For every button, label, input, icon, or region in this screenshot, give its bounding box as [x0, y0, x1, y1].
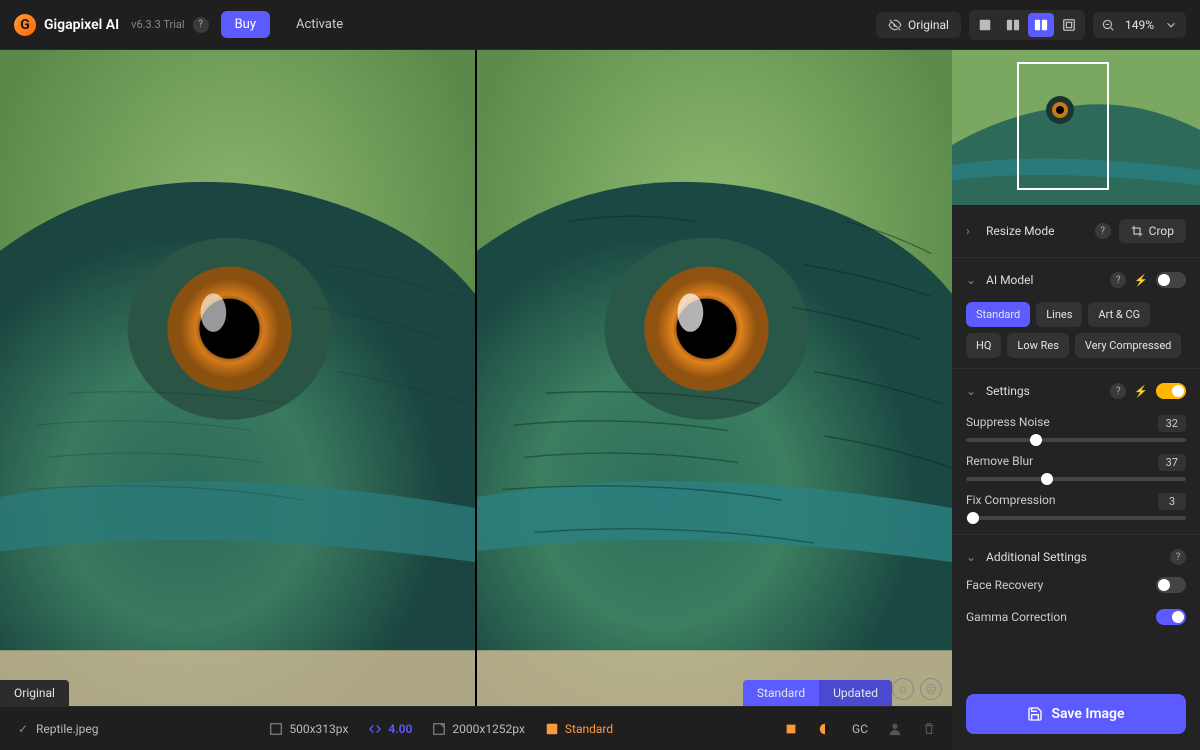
- view-split-icon[interactable]: [1000, 13, 1026, 37]
- gamma-toggle[interactable]: [1156, 609, 1186, 625]
- output-dimensions: 2000x1252px: [452, 722, 525, 736]
- top-bar: G Gigapixel AI v6.3.3 Trial ? Buy Activa…: [0, 0, 1200, 50]
- eye-off-icon: [888, 18, 902, 32]
- navigator-preview[interactable]: [952, 50, 1200, 205]
- gc-label: GC: [852, 722, 868, 736]
- help-icon[interactable]: ?: [1170, 549, 1186, 565]
- bolt-icon: ⚡: [1134, 385, 1148, 398]
- model-chip-lines[interactable]: Lines: [1036, 302, 1082, 327]
- slider-value: 37: [1158, 454, 1186, 471]
- app-title: Gigapixel AI: [44, 17, 119, 33]
- filename-label: Reptile.jpeg: [36, 722, 99, 736]
- slider-fix-compression[interactable]: [966, 516, 1186, 520]
- chevron-down-icon: ⌄: [966, 273, 978, 287]
- contrast-icon[interactable]: [818, 722, 832, 736]
- model-chip-standard[interactable]: Standard: [966, 302, 1030, 327]
- view-overlay-icon[interactable]: [1056, 13, 1082, 37]
- compare-panes[interactable]: Original: [0, 50, 952, 706]
- app-logo-icon: G: [14, 14, 36, 36]
- ai-model-auto-toggle[interactable]: [1156, 272, 1186, 288]
- model-chip-very-compressed[interactable]: Very Compressed: [1075, 333, 1181, 358]
- version-label: v6.3.3 Trial: [131, 18, 184, 31]
- settings-title: Settings: [986, 384, 1102, 398]
- square-icon[interactable]: [784, 722, 798, 736]
- additional-title: Additional Settings: [986, 550, 1162, 564]
- slider-suppress-noise[interactable]: [966, 438, 1186, 442]
- model-applied: Standard: [565, 722, 613, 736]
- view-single-icon[interactable]: [972, 13, 998, 37]
- input-dimensions: 500x313px: [289, 722, 348, 736]
- status-bar: ✓ Reptile.jpeg 500x313px 4.00 2000x1252px…: [0, 706, 952, 750]
- view-mode-switch: [969, 10, 1085, 40]
- slider-label: Remove Blur: [966, 454, 1033, 471]
- scale-value: 4.00: [388, 722, 412, 736]
- view-side-by-side-icon[interactable]: [1028, 13, 1054, 37]
- settings-header[interactable]: ⌄ Settings ? ⚡: [966, 379, 1186, 403]
- bolt-icon: ⚡: [1134, 274, 1148, 287]
- chevron-down-icon: ⌄: [966, 384, 978, 398]
- buy-button[interactable]: Buy: [221, 11, 270, 38]
- zoom-out-icon[interactable]: [1099, 16, 1117, 34]
- additional-settings-header[interactable]: ⌄ Additional Settings ?: [966, 545, 1186, 569]
- face-recovery-label: Face Recovery: [966, 578, 1043, 592]
- updated-label: Updated: [819, 680, 892, 706]
- model-icon: [545, 722, 559, 736]
- activate-button[interactable]: Activate: [282, 11, 357, 38]
- ai-model-title: AI Model: [986, 273, 1102, 287]
- chevron-right-icon: ›: [966, 224, 978, 238]
- slider-remove-blur[interactable]: [966, 477, 1186, 481]
- resize-mode-title: Resize Mode: [986, 224, 1087, 238]
- help-icon[interactable]: ?: [1110, 272, 1126, 288]
- help-icon[interactable]: ?: [1095, 223, 1111, 239]
- model-chip-art-cg[interactable]: Art & CG: [1088, 302, 1150, 327]
- ai-model-header[interactable]: ⌄ AI Model ? ⚡: [966, 268, 1186, 292]
- face-recovery-toggle[interactable]: [1156, 577, 1186, 593]
- updated-pane-label: Standard Updated: [743, 680, 892, 706]
- image-viewer: Original: [0, 50, 952, 750]
- app-logo-group: G Gigapixel AI v6.3.3 Trial ?: [14, 14, 209, 36]
- save-image-button[interactable]: Save Image: [966, 694, 1186, 734]
- scale-icon: [368, 722, 382, 736]
- save-icon: [1027, 706, 1043, 722]
- person-icon[interactable]: [888, 722, 902, 736]
- slider-value: 32: [1158, 415, 1186, 432]
- help-icon[interactable]: ?: [193, 17, 209, 33]
- settings-sidebar: › Resize Mode ? Crop ⌄ AI Model ? ⚡ Stan…: [952, 50, 1200, 750]
- pane-original: Original: [0, 50, 475, 706]
- check-icon: ✓: [16, 722, 30, 736]
- neutral-face-icon[interactable]: ☹: [920, 678, 942, 700]
- slider-label: Fix Compression: [966, 493, 1056, 510]
- zoom-control: 149%: [1093, 12, 1186, 38]
- model-applied-label: Standard: [743, 680, 819, 706]
- chevron-down-icon[interactable]: [1162, 16, 1180, 34]
- slider-label: Suppress Noise: [966, 415, 1050, 432]
- zoom-value: 149%: [1125, 18, 1154, 32]
- original-pane-label: Original: [0, 680, 69, 706]
- dimensions-out-icon: [432, 722, 446, 736]
- original-toggle[interactable]: Original: [876, 12, 961, 38]
- dimensions-in-icon: [269, 722, 283, 736]
- help-icon[interactable]: ?: [1110, 383, 1126, 399]
- happy-face-icon[interactable]: ☺: [892, 678, 914, 700]
- crop-button[interactable]: Crop: [1119, 219, 1186, 243]
- slider-value: 3: [1158, 493, 1186, 510]
- chevron-down-icon: ⌄: [966, 550, 978, 564]
- trash-icon[interactable]: [922, 722, 936, 736]
- settings-auto-toggle[interactable]: [1156, 383, 1186, 399]
- gamma-label: Gamma Correction: [966, 610, 1067, 624]
- pane-updated: [477, 50, 952, 706]
- original-toggle-label: Original: [908, 18, 949, 32]
- resize-mode-header[interactable]: › Resize Mode ? Crop: [966, 215, 1186, 247]
- model-chip-hq[interactable]: HQ: [966, 333, 1001, 358]
- navigator-viewport[interactable]: [1017, 62, 1109, 190]
- crop-icon: [1131, 225, 1143, 237]
- model-chip-low-res[interactable]: Low Res: [1007, 333, 1068, 358]
